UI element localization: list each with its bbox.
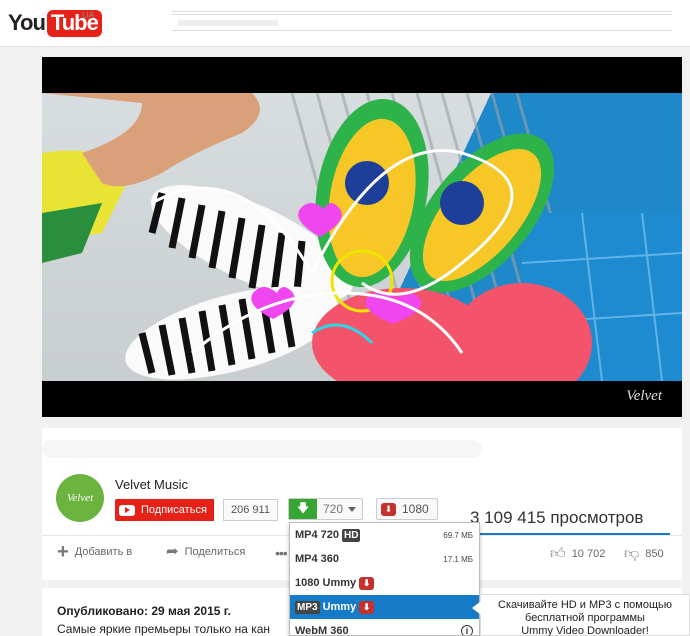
add-to-button[interactable]: + Добавить в (57, 541, 133, 563)
menu-item-label: 1080 Ummy (295, 577, 357, 589)
share-icon: ➦ (166, 543, 179, 560)
mp3-badge: MP3 (295, 600, 320, 614)
menu-item-size: 69.7 МБ (443, 530, 473, 540)
video-title-blur (42, 440, 482, 458)
published-date: Опубликовано: 29 мая 2015 г. (57, 604, 231, 618)
channel-avatar[interactable]: Velvet (56, 474, 104, 522)
search-bar[interactable] (172, 11, 672, 15)
description-text: Самые яркие премьеры только на кан (57, 622, 271, 636)
channel-name[interactable]: Velvet Music (115, 477, 188, 492)
menu-item-label: WebM 360 (295, 625, 349, 636)
download-format-menu: MP4 720 HD 69.7 МБ MP4 360 17.1 МБ 1080 U… (289, 522, 480, 636)
tooltip-line-3: Ummy Video Downloader! (521, 625, 649, 636)
subscriber-count: 206 911 (223, 499, 278, 521)
hd-badge: HD (342, 528, 361, 542)
dislike-button[interactable]: 👎︎ 850 (624, 545, 664, 563)
download-quality-select[interactable]: 720 (317, 499, 362, 519)
download-quality-value: 720 (323, 502, 344, 516)
video-player[interactable]: Velvet (42, 57, 682, 417)
info-icon[interactable]: i (461, 625, 473, 635)
avatar-text: Velvet (66, 492, 94, 504)
view-count: 3 109 415 просмотров (470, 508, 644, 527)
menu-item-label: MP4 360 (295, 553, 340, 565)
menu-item-size: 17.1 МБ (443, 554, 473, 564)
share-button[interactable]: ➦ Поделиться (166, 543, 246, 560)
download-1080-button[interactable]: ⬇ 1080 (376, 498, 438, 520)
thumbs-down-icon: 👎︎ (624, 545, 640, 562)
download-arrow-icon: 🡇 (289, 499, 317, 519)
add-to-label: Добавить в (74, 546, 133, 558)
video-scene-illustration (42, 93, 682, 381)
video-frame (42, 93, 682, 381)
video-watermark: Velvet (626, 388, 662, 404)
like-button[interactable]: 👍︎ 10 702 (550, 545, 605, 563)
chevron-down-icon (348, 506, 357, 512)
menu-item-webm-360[interactable]: WebM 360 i (290, 619, 479, 636)
more-button[interactable]: ••• (275, 545, 288, 561)
logo-you-text: You (8, 10, 46, 35)
dislike-count: 850 (645, 548, 664, 560)
youtube-play-icon (119, 504, 135, 516)
menu-item-1080-ummy[interactable]: 1080 Ummy ⬇ (290, 571, 479, 595)
tooltip-line-2: бесплатной программы (525, 612, 645, 624)
menu-item-label: Ummy (322, 601, 357, 613)
menu-item-mp3-ummy[interactable]: MP3 Ummy ⬇ (290, 595, 479, 619)
ummy-tooltip: Скачивайте HD и MP3 с помощью бесплатной… (472, 594, 690, 636)
download-red-icon: ⬇ (381, 502, 396, 516)
region-label: UA (82, 10, 95, 20)
download-red-icon: ⬇ (359, 600, 375, 614)
subscribe-button[interactable]: Подписаться (115, 499, 214, 521)
menu-item-mp4-720[interactable]: MP4 720 HD 69.7 МБ (290, 523, 479, 547)
more-icon: ••• (275, 545, 288, 561)
like-count: 10 702 (571, 548, 606, 560)
subscribe-label: Подписаться (141, 504, 207, 516)
plus-icon: + (57, 541, 69, 563)
thumbs-up-icon: 👍︎ (550, 545, 566, 562)
masthead: You Tube UA (0, 0, 690, 47)
download-red-icon: ⬇ (359, 576, 375, 590)
share-label: Поделиться (184, 546, 246, 558)
masthead-divider (172, 30, 672, 33)
download-1080-label: 1080 (402, 502, 429, 516)
menu-item-mp4-360[interactable]: MP4 360 17.1 МБ (290, 547, 479, 571)
menu-item-label: MP4 720 (295, 529, 340, 541)
download-quality-button[interactable]: 🡇 720 (288, 498, 364, 520)
search-placeholder-blur (178, 20, 278, 26)
tooltip-line-1: Скачивайте HD и MP3 с помощью (498, 599, 672, 611)
